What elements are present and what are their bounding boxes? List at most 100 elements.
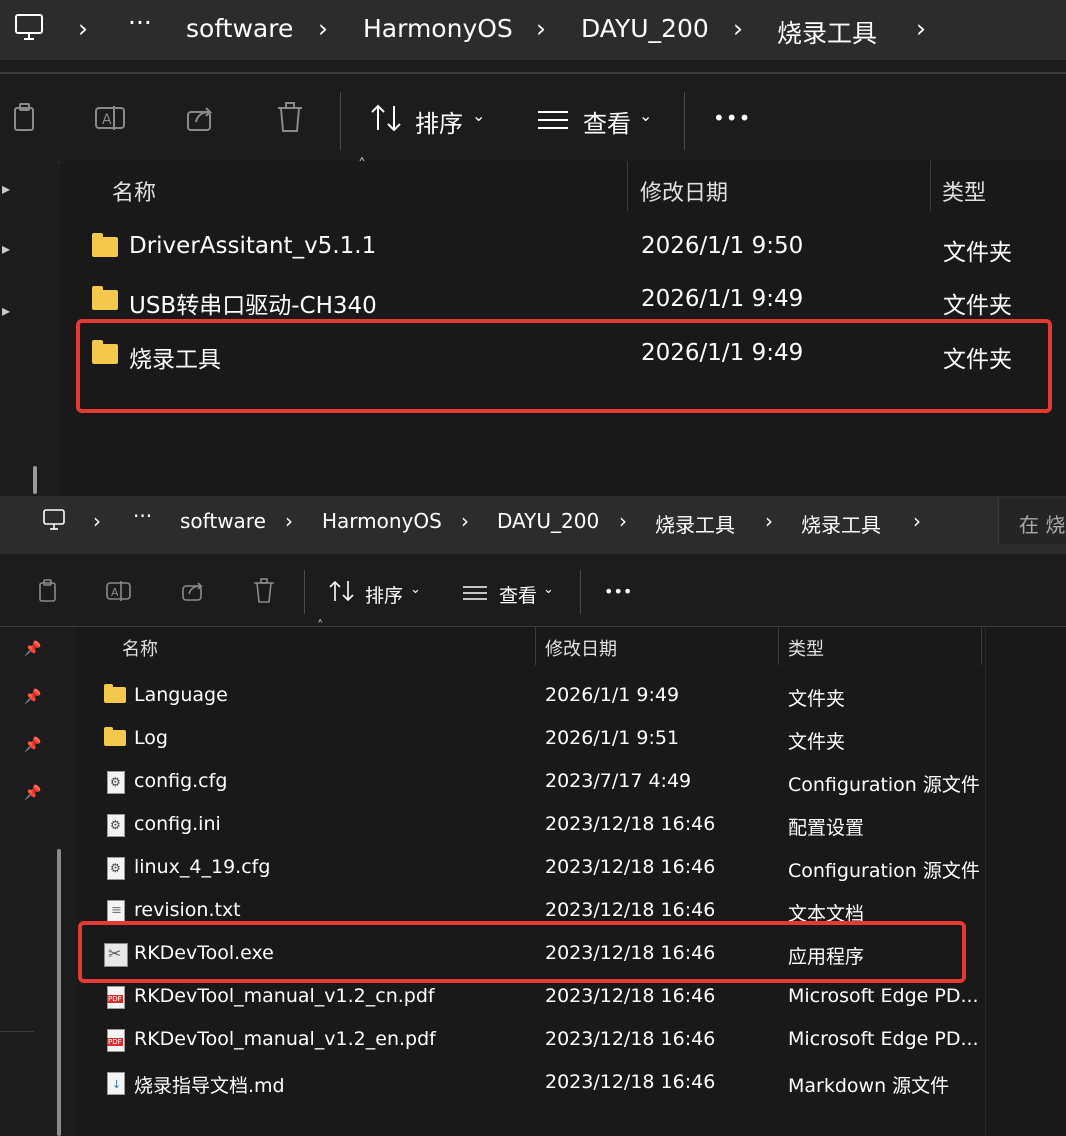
view-button[interactable]: 查看 bbox=[499, 581, 537, 608]
chevron-right-icon[interactable]: › bbox=[536, 14, 546, 43]
chevron-right-icon[interactable]: › bbox=[765, 509, 773, 533]
file-date: 2023/12/18 16:46 bbox=[545, 899, 716, 921]
top-breadcrumb-bar: › ··· software › HarmonyOS › DAYU_200 › … bbox=[0, 0, 1066, 60]
sort-up-indicator-icon: ˄ bbox=[358, 155, 366, 174]
chevron-down-icon[interactable]: ⌄ bbox=[543, 582, 554, 597]
breadcrumb-software[interactable]: software bbox=[180, 509, 266, 533]
breadcrumb-burn-tool-sub[interactable]: 烧录工具 bbox=[801, 509, 881, 538]
chevron-right-icon[interactable]: › bbox=[285, 509, 293, 533]
share-icon[interactable] bbox=[181, 580, 205, 606]
column-header-date[interactable]: 修改日期 bbox=[545, 635, 617, 661]
breadcrumb-burn-tool[interactable]: 烧录工具 bbox=[655, 509, 735, 538]
this-pc-icon[interactable] bbox=[42, 508, 66, 536]
toolbar-divider bbox=[340, 92, 341, 150]
chevron-down-icon[interactable]: ⌄ bbox=[472, 106, 485, 125]
more-options-button[interactable]: ••• bbox=[604, 582, 632, 601]
list-item[interactable]: DriverAssitant_v5.1.1 2026/1/1 9:50 文件夹 bbox=[80, 223, 1066, 269]
breadcrumb-harmonyos[interactable]: HarmonyOS bbox=[322, 509, 442, 533]
breadcrumb-dayu200[interactable]: DAYU_200 bbox=[581, 14, 709, 43]
rename-icon[interactable]: A bbox=[106, 580, 132, 606]
text-file-icon bbox=[107, 900, 125, 923]
this-pc-icon[interactable] bbox=[14, 12, 44, 46]
config-file-icon bbox=[107, 857, 125, 880]
expand-arrow-icon[interactable]: ▸ bbox=[2, 239, 10, 258]
list-item[interactable]: RKDevTool_manual_v1.2_en.pdf 2023/12/18 1… bbox=[76, 1021, 981, 1061]
list-item[interactable]: USB转串口驱动-CH340 2026/1/1 9:49 文件夹 bbox=[80, 276, 1066, 322]
sort-button[interactable]: 排序 bbox=[415, 104, 463, 139]
chevron-right-icon[interactable]: › bbox=[318, 14, 328, 43]
search-input[interactable]: 在 烧 bbox=[1019, 509, 1065, 538]
file-date: 2023/12/18 16:46 bbox=[545, 856, 716, 878]
file-name: USB转串口驱动-CH340 bbox=[129, 293, 377, 319]
column-header-type[interactable]: 类型 bbox=[788, 635, 824, 661]
copy-icon[interactable] bbox=[10, 102, 40, 138]
pdf-icon bbox=[107, 986, 125, 1009]
pin-icon[interactable]: 📌 bbox=[24, 785, 41, 801]
list-item[interactable]: Log 2026/1/1 9:51 文件夹 bbox=[76, 720, 981, 760]
column-header-name[interactable]: 名称 bbox=[122, 635, 158, 661]
delete-icon[interactable] bbox=[253, 578, 275, 608]
file-type: 文件夹 bbox=[943, 293, 1012, 319]
list-item[interactable]: linux_4_19.cfg 2023/12/18 16:46 Configurat… bbox=[76, 849, 981, 889]
delete-icon[interactable] bbox=[276, 102, 304, 138]
chevron-right-icon[interactable]: › bbox=[461, 509, 469, 533]
chevron-right-icon[interactable]: › bbox=[733, 14, 743, 43]
search-box[interactable]: 在 烧 bbox=[998, 498, 1066, 544]
view-icon[interactable] bbox=[462, 585, 488, 605]
expand-arrow-icon[interactable]: ▸ bbox=[2, 179, 10, 198]
list-item[interactable]: config.ini 2023/12/18 16:46 配置设置 bbox=[76, 806, 981, 846]
view-icon[interactable] bbox=[537, 110, 569, 134]
list-item[interactable]: RKDevTool_manual_v1.2_cn.pdf 2023/12/18 1… bbox=[76, 978, 981, 1018]
top-file-list: ˄ 名称 修改日期 类型 DriverAssitant_v5.1.1 2026/… bbox=[60, 155, 1066, 496]
bottom-nav-pane: 📌 📌 📌 📌 bbox=[0, 627, 75, 1136]
nav-scrollbar[interactable] bbox=[57, 849, 61, 1136]
chevron-down-icon[interactable]: ⌄ bbox=[639, 106, 652, 125]
nav-scrollbar[interactable] bbox=[33, 466, 37, 494]
highlight-box bbox=[78, 921, 966, 983]
list-item[interactable]: 烧录指导文档.md 2023/12/18 16:46 Markdown 源文件 bbox=[76, 1064, 981, 1104]
more-options-button[interactable]: ••• bbox=[713, 106, 751, 130]
file-date: 2023/12/18 16:46 bbox=[545, 1028, 716, 1050]
more-path-icon[interactable]: ··· bbox=[128, 8, 152, 37]
more-path-icon[interactable]: ··· bbox=[133, 504, 152, 528]
column-divider[interactable] bbox=[627, 161, 628, 211]
column-divider[interactable] bbox=[535, 627, 536, 665]
list-item[interactable]: config.cfg 2023/7/17 4:49 Configuration 源文… bbox=[76, 763, 981, 803]
file-type: Markdown 源文件 bbox=[788, 1075, 950, 1097]
column-header-date[interactable]: 修改日期 bbox=[640, 175, 728, 207]
chevron-right-icon[interactable]: › bbox=[913, 509, 921, 533]
breadcrumb-harmonyos[interactable]: HarmonyOS bbox=[363, 14, 513, 43]
bottom-command-bar: A 排序 ⌄ 查看 ⌄ ••• bbox=[0, 556, 1066, 627]
column-divider[interactable] bbox=[930, 161, 931, 211]
view-button[interactable]: 查看 bbox=[583, 104, 631, 139]
file-name: config.cfg bbox=[134, 770, 228, 792]
pin-icon[interactable]: 📌 bbox=[24, 737, 41, 753]
column-divider[interactable] bbox=[981, 627, 982, 665]
rename-icon[interactable]: A bbox=[95, 104, 127, 136]
folder-icon bbox=[104, 727, 126, 746]
folder-icon bbox=[104, 684, 126, 703]
share-icon[interactable] bbox=[186, 104, 216, 136]
chevron-down-icon[interactable]: ⌄ bbox=[410, 582, 421, 597]
column-header-type[interactable]: 类型 bbox=[942, 175, 986, 207]
list-item[interactable]: Language 2026/1/1 9:49 文件夹 bbox=[76, 677, 981, 717]
chevron-right-icon[interactable]: › bbox=[78, 14, 88, 43]
sort-icon[interactable] bbox=[370, 104, 404, 136]
breadcrumb-burn-tool[interactable]: 烧录工具 bbox=[777, 14, 877, 50]
svg-text:A: A bbox=[111, 586, 119, 599]
pin-icon[interactable]: 📌 bbox=[24, 641, 41, 657]
folder-icon bbox=[92, 233, 118, 257]
pin-icon[interactable]: 📌 bbox=[24, 689, 41, 705]
column-header-name[interactable]: 名称 bbox=[112, 175, 156, 207]
chevron-right-icon[interactable]: › bbox=[93, 509, 101, 533]
chevron-right-icon[interactable]: › bbox=[619, 509, 627, 533]
chevron-right-icon[interactable]: › bbox=[916, 14, 926, 43]
column-divider[interactable] bbox=[778, 627, 779, 665]
sort-icon[interactable] bbox=[328, 580, 356, 606]
expand-arrow-icon[interactable]: ▸ bbox=[2, 301, 10, 320]
sort-button[interactable]: 排序 bbox=[365, 581, 403, 608]
breadcrumb-software[interactable]: software bbox=[186, 14, 293, 43]
file-date: 2026/1/1 9:49 bbox=[641, 286, 804, 312]
breadcrumb-dayu200[interactable]: DAYU_200 bbox=[497, 509, 599, 533]
copy-icon[interactable] bbox=[36, 578, 60, 608]
